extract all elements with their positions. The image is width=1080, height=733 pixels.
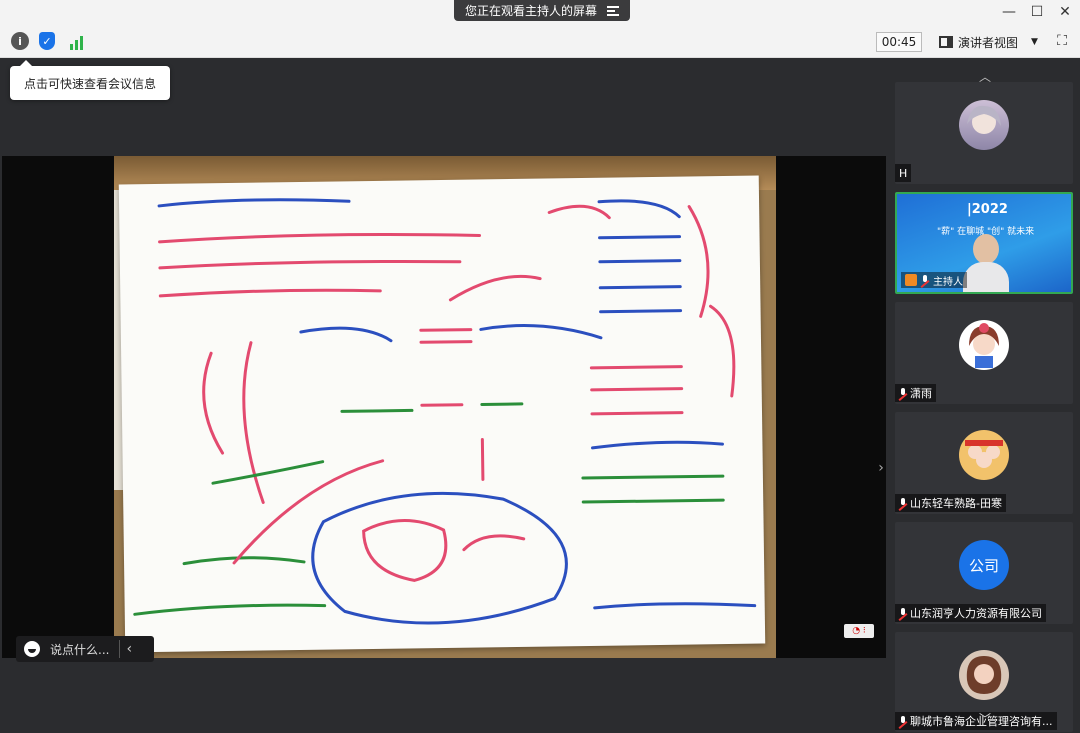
collapse-icon[interactable]: ‹: [126, 641, 132, 657]
shield-icon[interactable]: ✓: [39, 32, 55, 50]
host-tile[interactable]: |2022 "薪" 在聊城 "创" 就未来 主持人: [895, 192, 1073, 294]
avatar: [959, 320, 1009, 370]
participant-name: H: [895, 164, 912, 182]
host-label: 主持人: [901, 272, 967, 288]
host-video: [961, 234, 1011, 292]
avatar: [959, 650, 1009, 700]
mind-map-drawing: [133, 198, 757, 625]
close-button[interactable]: ✕: [1052, 2, 1078, 22]
participant-name: 潇雨: [895, 384, 936, 402]
meeting-info-tooltip: 点击可快速查看会议信息: [10, 60, 170, 100]
menu-icon[interactable]: [607, 5, 619, 16]
layout-icon: [939, 36, 953, 48]
scroll-down-icon[interactable]: ﹀: [979, 710, 991, 727]
meeting-window: 您正在观看主持人的屏幕 — ☐ ✕ i ✓ 00:45 演讲者视图 ▼ ⛶ 点击…: [0, 0, 1080, 733]
comment-bar[interactable]: 说点什么... ‹: [16, 636, 154, 662]
shared-screen-area: ◔ ⁝ 说点什么... ‹ ›: [2, 58, 886, 733]
host-icon: [905, 274, 917, 286]
fullscreen-icon[interactable]: ⛶: [1052, 31, 1072, 51]
participant-name: 山东润亨人力资源有限公司: [895, 604, 1046, 622]
signal-icon[interactable]: [67, 32, 85, 50]
avatar: [959, 430, 1009, 480]
tooltip-text: 点击可快速查看会议信息: [23, 76, 156, 91]
minimize-button[interactable]: —: [996, 2, 1022, 22]
chevron-down-icon: ▼: [1031, 37, 1038, 47]
panel-toggle-icon[interactable]: ›: [875, 456, 887, 480]
viewing-banner[interactable]: 您正在观看主持人的屏幕: [454, 0, 630, 21]
maximize-button[interactable]: ☐: [1024, 2, 1050, 22]
title-bar: 您正在观看主持人的屏幕 — ☐ ✕: [0, 0, 1080, 24]
mic-muted-icon: [899, 387, 907, 399]
participant-name: 聊城市鲁海企业管理咨询有...: [895, 712, 1057, 730]
participant-tile[interactable]: 潇雨: [895, 302, 1073, 404]
share-indicator[interactable]: ◔ ⁝: [844, 624, 874, 638]
meeting-timer: 00:45: [876, 32, 922, 52]
avatar: [959, 100, 1009, 150]
shared-image: [114, 156, 776, 658]
participant-panel: ︿ H |2022 "薪" 在聊城 "创" 就未来 主持人 潇雨 山东轻车熟路-…: [889, 58, 1080, 733]
speaker-view-button[interactable]: 演讲者视图 ▼: [935, 31, 1045, 53]
shared-screen: ◔ ⁝: [2, 156, 886, 658]
banner-text: 您正在观看主持人的屏幕: [464, 4, 597, 18]
mic-muted-icon: [899, 607, 907, 619]
participant-tile[interactable]: H: [895, 82, 1073, 184]
mic-muted-icon: [899, 715, 907, 727]
info-icon[interactable]: i: [11, 32, 29, 50]
emoji-icon[interactable]: [24, 641, 40, 657]
mind-map-poster: [118, 175, 766, 653]
participant-tile[interactable]: 山东轻车熟路-田寒: [895, 412, 1073, 514]
comment-input[interactable]: 说点什么...: [50, 641, 109, 658]
mic-icon: [921, 274, 929, 286]
speaker-view-label: 演讲者视图: [958, 35, 1019, 50]
mic-muted-icon: [899, 497, 907, 509]
avatar: 公司: [959, 540, 1009, 590]
participant-tile[interactable]: 公司 山东润亨人力资源有限公司: [895, 522, 1073, 624]
participant-name: 山东轻车熟路-田寒: [895, 494, 1006, 512]
host-banner-title: |2022: [967, 202, 1008, 217]
